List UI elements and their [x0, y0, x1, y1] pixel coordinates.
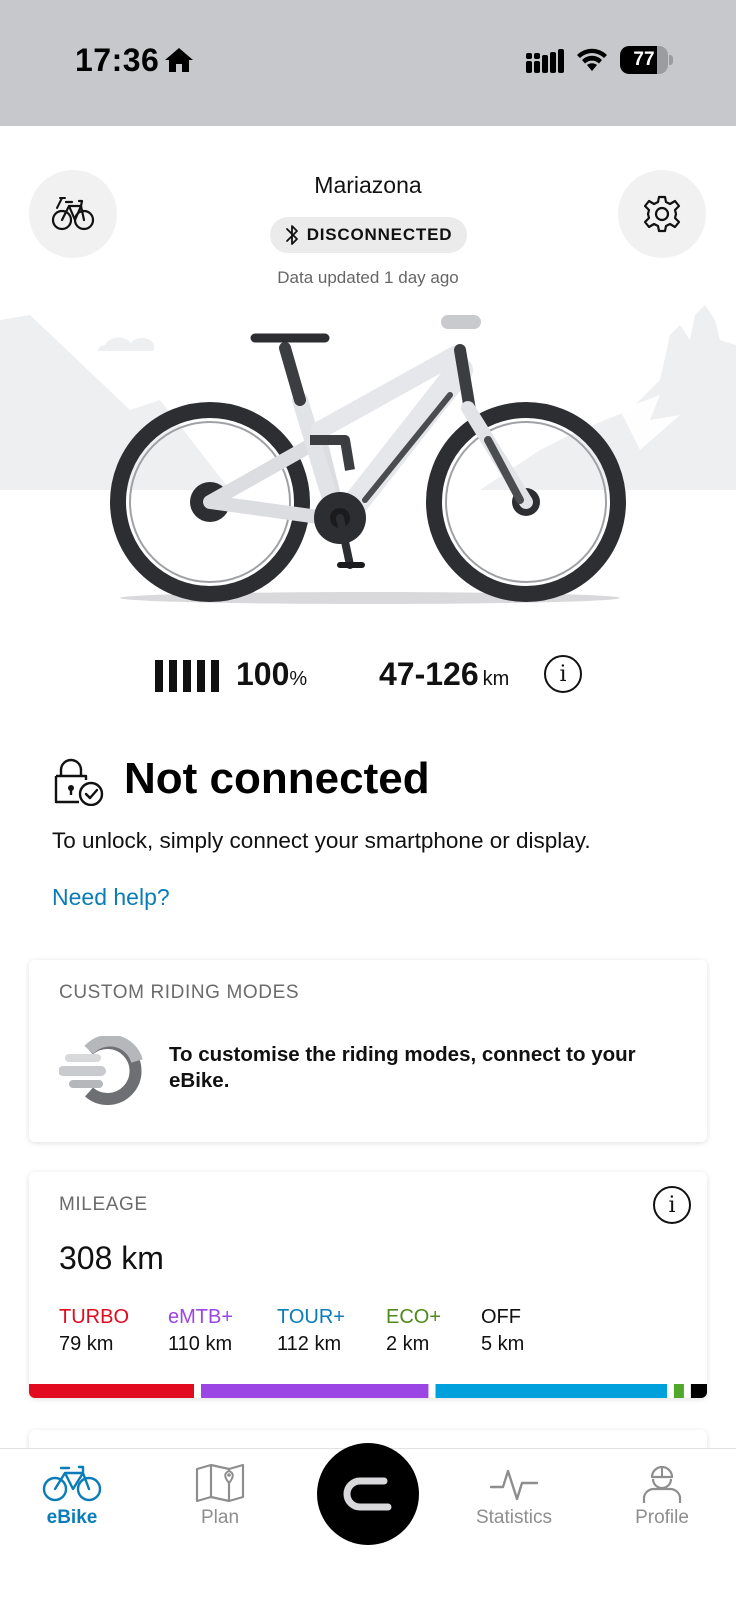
bluetooth-icon — [285, 225, 298, 245]
bike-icon — [42, 1465, 102, 1502]
nav-plan[interactable]: Plan — [160, 1463, 280, 1529]
battery-range-row: 100% 47-126 km — [0, 650, 736, 700]
mode-tour: TOUR+ 112 km — [277, 1306, 345, 1356]
need-help-link[interactable]: Need help? — [52, 884, 170, 911]
mode-distance: 2 km — [386, 1333, 430, 1355]
mileage-segment-emtb — [201, 1384, 429, 1398]
riding-mode-icon — [59, 1036, 143, 1105]
mileage-info-icon[interactable]: i — [653, 1186, 691, 1224]
mode-turbo: TURBO 79 km — [59, 1306, 129, 1356]
mode-name: TURBO — [59, 1306, 129, 1328]
battery-indicator: 77 — [620, 46, 673, 74]
home-icon — [165, 48, 193, 72]
mileage-segment-tour — [435, 1384, 667, 1398]
mode-name: OFF — [481, 1306, 521, 1328]
connection-status-label: DISCONNECTED — [306, 225, 453, 244]
mode-name: TOUR+ — [277, 1306, 345, 1328]
activity-icon — [489, 1469, 539, 1501]
mileage-distribution-bar — [29, 1384, 707, 1398]
mode-off: OFF 5 km — [481, 1306, 524, 1356]
nav-label: Plan — [200, 1507, 240, 1528]
lock-status-title: Not connected — [124, 754, 430, 803]
bikes-icon — [51, 197, 95, 231]
lock-status-description: To unlock, simply connect your smartphon… — [52, 828, 591, 853]
profile-icon — [642, 1465, 682, 1503]
nav-label: eBike — [46, 1507, 98, 1528]
status-bar: 17:36 77 — [0, 0, 736, 126]
nav-label: Statistics — [475, 1507, 553, 1528]
mode-distance: 112 km — [277, 1333, 342, 1355]
status-time: 17:36 — [75, 42, 160, 78]
nav-profile[interactable]: Profile — [602, 1463, 722, 1529]
gear-icon — [643, 195, 681, 233]
cellular-signal-icon — [526, 49, 564, 73]
mode-name: ECO+ — [386, 1306, 442, 1328]
riding-modes-message: To customise the riding modes, connect t… — [169, 1043, 636, 1092]
mileage-segment-off — [690, 1384, 707, 1398]
custom-riding-modes-card[interactable]: CUSTOM RIDING MODES To customise the rid… — [29, 960, 707, 1142]
mode-name: eMTB+ — [168, 1306, 234, 1328]
data-updated-text: Data updated 1 day ago — [277, 268, 459, 287]
lock-check-icon — [54, 758, 104, 806]
mode-emtb: eMTB+ 110 km — [168, 1306, 233, 1356]
mode-distance: 79 km — [59, 1333, 114, 1355]
ride-start-icon — [343, 1477, 392, 1511]
mode-eco: ECO+ 2 km — [386, 1306, 441, 1356]
mileage-card[interactable]: MILEAGE i 308 km TURBO 79 km eMTB+ 110 k… — [29, 1172, 707, 1398]
battery-level: 77 — [633, 49, 655, 70]
start-ride-button[interactable] — [317, 1443, 419, 1545]
connection-status-badge[interactable]: DISCONNECTED — [270, 217, 467, 253]
mileage-segment-eco — [673, 1384, 684, 1398]
bottom-navigation: eBike Plan Statistics Profile — [0, 1443, 736, 1600]
mileage-total: 308 km — [59, 1240, 164, 1276]
mode-distance: 5 km — [481, 1333, 525, 1355]
mode-distance: 110 km — [168, 1333, 233, 1355]
battery-bars-icon — [155, 660, 223, 692]
battery-percentage: 100% — [236, 656, 308, 692]
ebike-illustration — [0, 305, 736, 604]
card-label: CUSTOM RIDING MODES — [59, 982, 300, 1003]
mileage-segment-turbo — [29, 1384, 194, 1398]
settings-button[interactable] — [618, 170, 706, 258]
range-info-icon[interactable]: i — [544, 655, 582, 693]
nav-ebike[interactable]: eBike — [12, 1463, 132, 1529]
nav-label: Profile — [635, 1507, 689, 1528]
card-label: MILEAGE — [59, 1194, 148, 1215]
map-icon — [195, 1463, 245, 1503]
nav-statistics[interactable]: Statistics — [454, 1463, 574, 1529]
range-estimate: 47-126 km — [379, 656, 510, 692]
wifi-icon — [577, 48, 607, 71]
